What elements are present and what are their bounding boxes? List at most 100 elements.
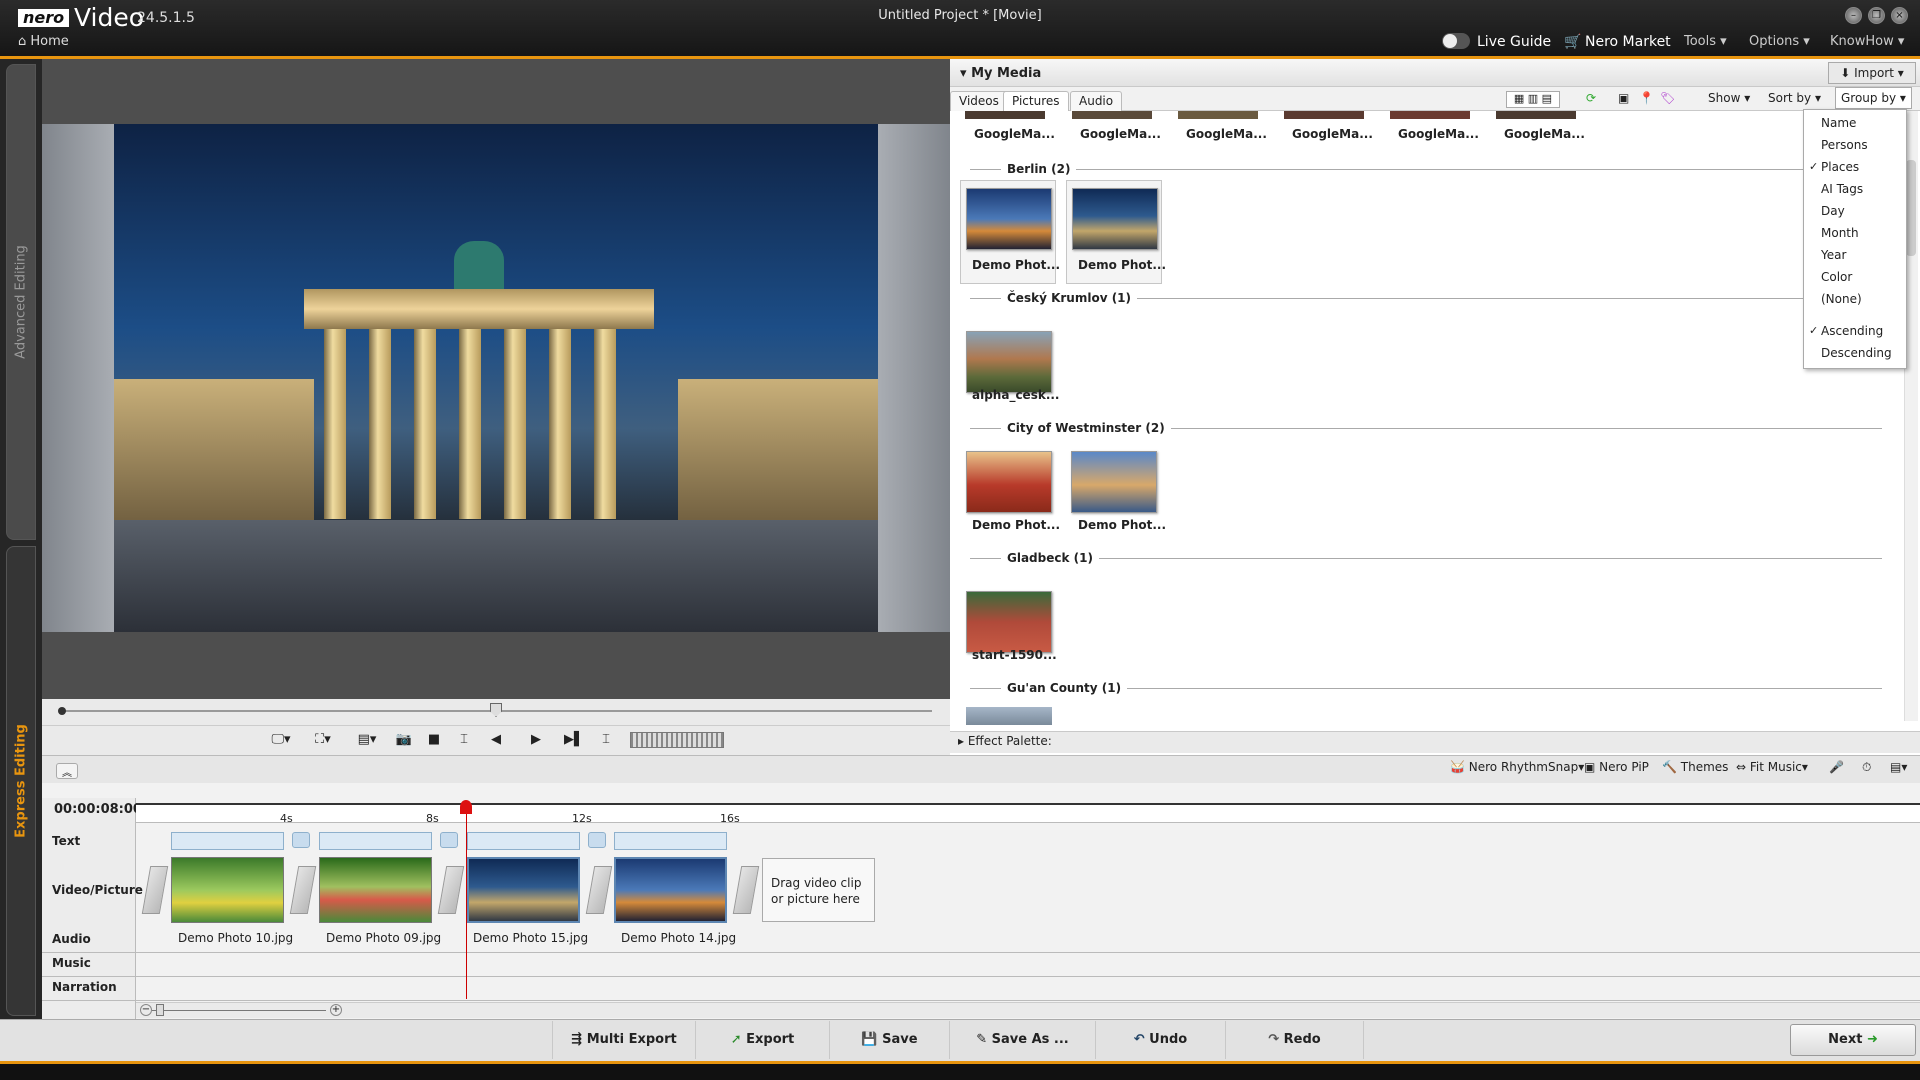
media-thumbnail[interactable]	[966, 188, 1052, 250]
tab-express-editing[interactable]: Express Editing	[6, 546, 36, 1016]
fit-music-button[interactable]: ⇔ Fit Music▾	[1736, 760, 1808, 774]
timer-icon[interactable]: ⏱	[1862, 760, 1871, 775]
video-clip[interactable]	[319, 857, 432, 923]
next-button[interactable]: Next ➜	[1790, 1024, 1916, 1056]
options-menu[interactable]: Options ▾	[1749, 34, 1810, 49]
export-button[interactable]: ➚ Export	[696, 1021, 830, 1059]
my-media-title[interactable]: ▾ My Media	[960, 66, 1041, 81]
text-transition[interactable]	[292, 832, 310, 848]
video-clip-selected[interactable]	[614, 857, 727, 923]
set-start-icon[interactable]: ⌶	[452, 730, 476, 750]
snapshot-icon[interactable]: 📷	[392, 730, 416, 750]
tab-pictures[interactable]: Pictures	[1003, 91, 1069, 111]
preview-ground	[114, 520, 878, 632]
menu-item-month[interactable]: Month	[1821, 226, 1859, 240]
display-mode-icon[interactable]: 🖵▾	[266, 730, 296, 750]
knowhow-menu[interactable]: KnowHow ▾	[1830, 34, 1904, 49]
thumb-partial[interactable]	[1390, 111, 1470, 119]
live-guide-toggle[interactable]	[1442, 33, 1470, 49]
save-button[interactable]: 💾 Save	[830, 1021, 950, 1059]
thumb-partial[interactable]	[1284, 111, 1364, 119]
next-frame-icon[interactable]: ▶▌	[562, 730, 586, 750]
zoom-in-icon[interactable]: +	[330, 1004, 342, 1016]
text-transition[interactable]	[588, 832, 606, 848]
playhead-handle[interactable]	[460, 800, 472, 814]
restore-button[interactable]: ❐	[1868, 7, 1885, 24]
media-thumbnail[interactable]	[1071, 451, 1157, 513]
person-filter-icon[interactable]: ▣	[1618, 91, 1629, 105]
undo-button[interactable]: ↶ Undo	[1096, 1021, 1226, 1059]
menu-item-places[interactable]: Places	[1821, 160, 1859, 174]
minimize-button[interactable]: –	[1845, 7, 1862, 24]
multi-export-button[interactable]: ⇶ Multi Export	[552, 1021, 696, 1059]
video-clip[interactable]	[171, 857, 284, 923]
show-dropdown[interactable]: Show ▾	[1708, 91, 1750, 105]
close-button[interactable]: ×	[1891, 7, 1908, 24]
nero-pip-button[interactable]: ▣ Nero PiP	[1584, 760, 1649, 774]
view-options-icon[interactable]: ▤▾	[352, 730, 382, 750]
effect-palette-toggle[interactable]: ▸ Effect Palette:	[958, 734, 1052, 748]
themes-button[interactable]: 🔨 Themes	[1662, 760, 1728, 774]
timeline-scrollbar[interactable]	[136, 1002, 1920, 1018]
tab-advanced-editing[interactable]: Advanced Editing	[6, 64, 36, 540]
text-clip[interactable]	[319, 832, 432, 850]
tab-audio[interactable]: Audio	[1070, 91, 1123, 111]
thumb-partial[interactable]	[1496, 111, 1576, 119]
text-transition[interactable]	[440, 832, 458, 848]
redo-button[interactable]: ↷ Redo	[1226, 1021, 1364, 1059]
stop-icon[interactable]: ■	[422, 730, 446, 750]
playhead-line	[466, 803, 467, 999]
tag-filter-icon[interactable]: 🏷	[1660, 91, 1675, 105]
menu-item-ascending[interactable]: Ascending	[1821, 324, 1883, 338]
text-clip[interactable]	[467, 832, 580, 850]
group-header-westminster: City of Westminster (2)	[1001, 421, 1171, 435]
ruler-tick: 4s	[280, 812, 293, 825]
media-thumbnail[interactable]	[966, 591, 1052, 653]
thumb-partial[interactable]	[1072, 111, 1152, 119]
next-arrow-icon: ➜	[1866, 1032, 1878, 1047]
play-icon[interactable]: ▶	[524, 730, 548, 750]
menu-item-ai-tags[interactable]: AI Tags	[1821, 182, 1863, 196]
location-filter-icon[interactable]: 📍	[1639, 91, 1654, 105]
nero-rhythmsnap-button[interactable]: 🥁 Nero RhythmSnap▾	[1450, 760, 1584, 774]
collapse-icon[interactable]: ︽	[56, 763, 78, 779]
media-thumbnail[interactable]	[966, 451, 1052, 513]
save-as-button[interactable]: ✎ Save As ...	[950, 1021, 1096, 1059]
menu-item-day[interactable]: Day	[1821, 204, 1845, 218]
media-thumbnail[interactable]	[1072, 188, 1158, 250]
nero-market-button[interactable]: Nero Market	[1585, 34, 1671, 50]
thumb-partial[interactable]	[965, 111, 1045, 119]
time-ruler[interactable]	[136, 803, 1920, 823]
media-thumbnail[interactable]	[966, 707, 1052, 725]
sort-by-dropdown[interactable]: Sort by ▾	[1768, 91, 1821, 105]
group-by-dropdown[interactable]: Group by ▾	[1835, 87, 1912, 109]
text-clip[interactable]	[171, 832, 284, 850]
refresh-icon[interactable]: ⟳	[1586, 91, 1596, 105]
zoom-slider-handle[interactable]	[156, 1004, 164, 1016]
tab-videos[interactable]: Videos	[950, 91, 1008, 111]
menu-item-year[interactable]: Year	[1821, 248, 1846, 262]
view-mode-icons[interactable]: ▦ ▥ ▤	[1506, 91, 1560, 108]
timeline-options-icon[interactable]: ▤▾	[1890, 760, 1907, 774]
media-thumbnail[interactable]	[966, 331, 1052, 393]
menu-item-none[interactable]: (None)	[1821, 292, 1862, 306]
set-end-icon[interactable]: ⌶	[594, 730, 618, 750]
text-clip[interactable]	[614, 832, 727, 850]
menu-item-persons[interactable]: Persons	[1821, 138, 1868, 152]
home-link[interactable]: ⌂ Home	[18, 34, 69, 49]
menu-item-color[interactable]: Color	[1821, 270, 1852, 284]
menu-item-name[interactable]: Name	[1821, 116, 1856, 130]
previous-frame-icon[interactable]: ◀	[484, 730, 508, 750]
menu-item-descending[interactable]: Descending	[1821, 346, 1892, 360]
media-scrollbar-thumb[interactable]	[1906, 160, 1916, 256]
video-clip-selected[interactable]	[467, 857, 580, 923]
drop-zone[interactable]: Drag video clip or picture here	[762, 858, 875, 922]
microphone-icon[interactable]: 🎤	[1829, 760, 1844, 774]
import-button[interactable]: ⬇ Import ▾	[1828, 62, 1916, 84]
jog-wheel[interactable]	[630, 732, 724, 748]
zoom-out-icon[interactable]: −	[140, 1004, 152, 1016]
thumb-partial[interactable]	[1178, 111, 1258, 119]
fullscreen-icon[interactable]: ⛶▾	[308, 730, 338, 750]
live-guide-label[interactable]: Live Guide	[1477, 34, 1551, 50]
tools-menu[interactable]: Tools ▾	[1684, 34, 1727, 49]
